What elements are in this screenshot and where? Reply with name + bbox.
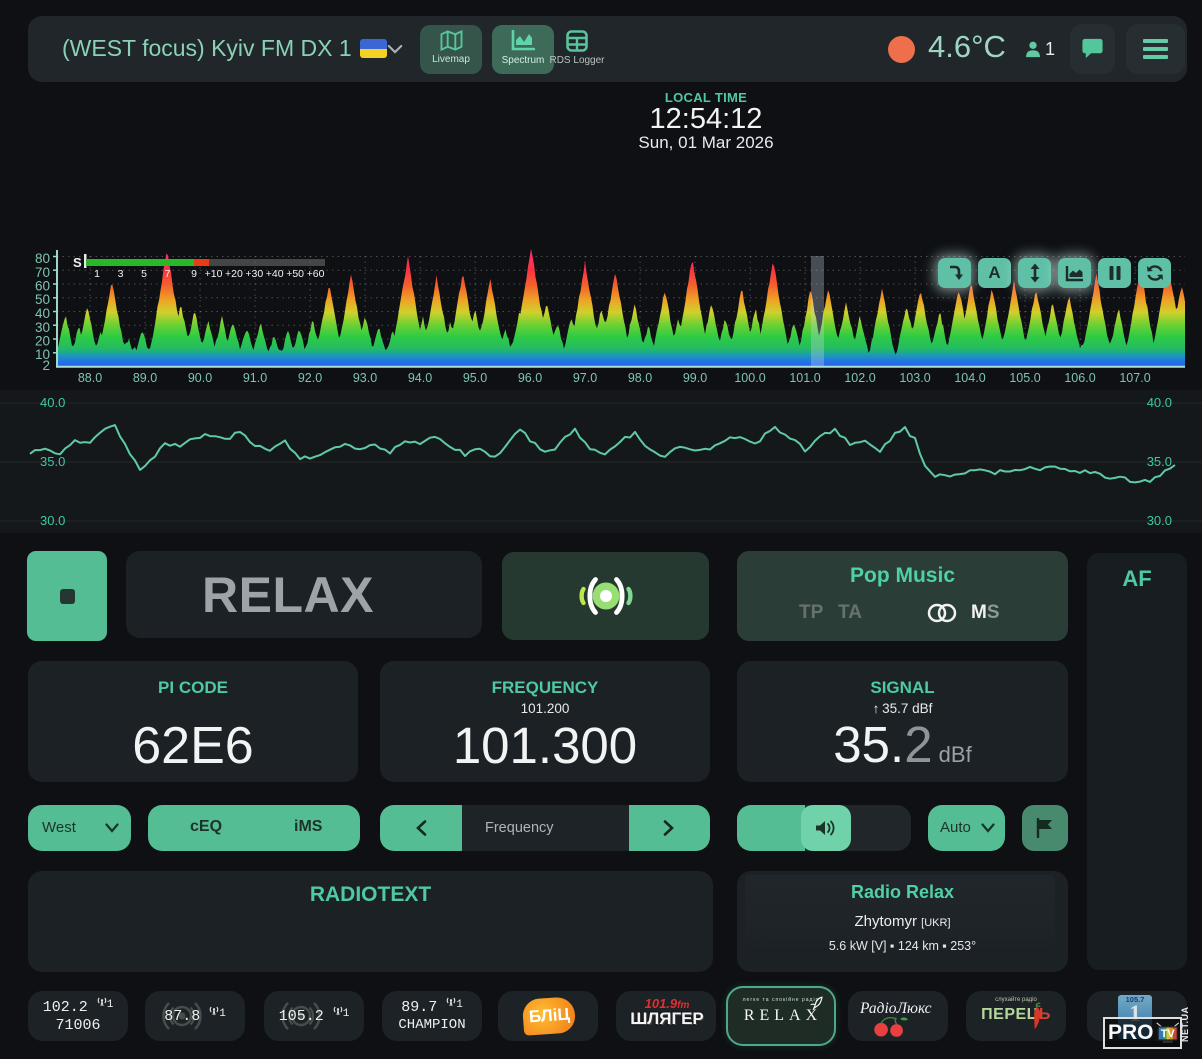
svg-text:95.0: 95.0 [463, 371, 487, 385]
svg-text:S: S [73, 255, 82, 270]
svg-text:+10: +10 [205, 268, 223, 280]
svg-text:9: 9 [191, 268, 197, 280]
svg-text:30.0: 30.0 [40, 513, 65, 528]
svg-text:+30: +30 [245, 268, 263, 280]
svg-text:35.0: 35.0 [1147, 454, 1172, 469]
svg-text:91.0: 91.0 [243, 371, 267, 385]
svg-text:98.0: 98.0 [628, 371, 652, 385]
svg-text:99.0: 99.0 [683, 371, 707, 385]
svg-text:40.0: 40.0 [1147, 395, 1172, 410]
svg-text:+20: +20 [225, 268, 243, 280]
svg-text:5: 5 [141, 268, 147, 280]
svg-text:+50: +50 [286, 268, 304, 280]
svg-text:1: 1 [94, 268, 100, 280]
svg-text:103.0: 103.0 [899, 371, 930, 385]
svg-text:40: 40 [35, 306, 50, 321]
svg-text:97.0: 97.0 [573, 371, 597, 385]
svg-text:80: 80 [35, 251, 50, 266]
svg-text:89.0: 89.0 [133, 371, 157, 385]
svg-text:107.0: 107.0 [1119, 371, 1150, 385]
svg-text:+40: +40 [266, 268, 284, 280]
svg-text:93.0: 93.0 [353, 371, 377, 385]
svg-text:101.0: 101.0 [789, 371, 820, 385]
svg-text:104.0: 104.0 [954, 371, 985, 385]
svg-text:+60: +60 [307, 268, 325, 280]
svg-text:40.0: 40.0 [40, 395, 65, 410]
svg-text:94.0: 94.0 [408, 371, 432, 385]
svg-text:106.0: 106.0 [1064, 371, 1095, 385]
svg-text:7: 7 [165, 268, 171, 280]
svg-text:92.0: 92.0 [298, 371, 322, 385]
svg-text:TV: TV [1160, 1028, 1175, 1040]
svg-text:88.0: 88.0 [78, 371, 102, 385]
svg-text:96.0: 96.0 [518, 371, 542, 385]
svg-text:100.0: 100.0 [734, 371, 765, 385]
svg-text:30.0: 30.0 [1147, 513, 1172, 528]
svg-text:102.0: 102.0 [844, 371, 875, 385]
svg-text:3: 3 [118, 268, 124, 280]
svg-text:35.0: 35.0 [40, 454, 65, 469]
svg-text:50: 50 [35, 292, 50, 307]
svg-text:90.0: 90.0 [188, 371, 212, 385]
svg-text:2: 2 [42, 358, 50, 373]
svg-text:105.0: 105.0 [1009, 371, 1040, 385]
